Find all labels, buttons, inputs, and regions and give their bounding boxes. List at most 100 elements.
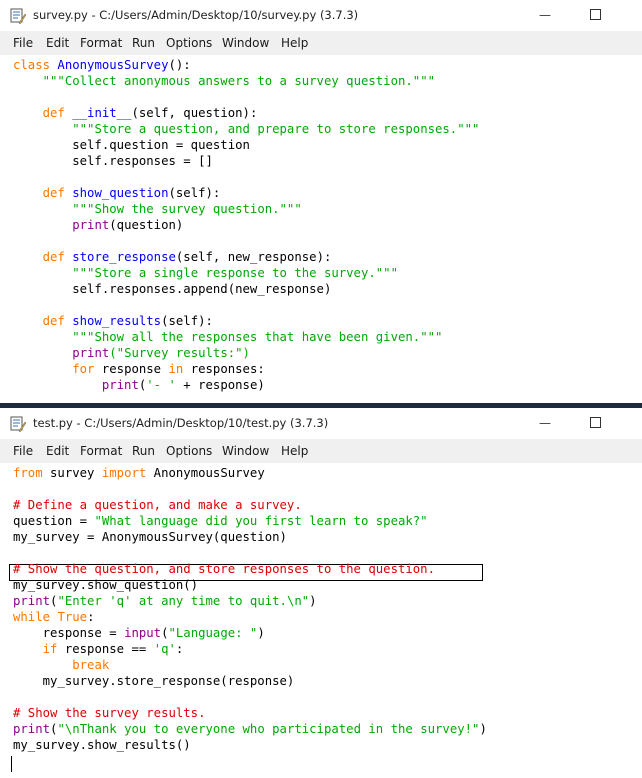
code-line: break [13,657,109,673]
code-token: (self): [168,186,221,200]
title-bar[interactable]: test.py - C:/Users/Admin/Desktop/10/test… [0,408,642,439]
code-token: AnonymousSurvey [146,466,265,480]
code-line: my_survey.store_response(response) [13,673,295,689]
code-token: """Show the survey question.""" [72,202,302,216]
code-editor[interactable]: from survey import AnonymousSurvey # Defi… [0,463,642,778]
code-token: response [94,362,169,376]
menu-window[interactable]: Window [222,444,269,458]
code-token: my_survey.show_results() [13,738,191,752]
code-line: response = input("Language: ") [13,625,265,641]
survey-editor-window: survey.py - C:/Users/Admin/Desktop/10/su… [0,0,642,403]
window-title: test.py - C:/Users/Admin/Desktop/10/test… [33,416,329,430]
code-token: def [42,186,73,200]
code-token: in [168,362,184,376]
code-token: (self): [161,314,213,328]
menu-format[interactable]: Format [80,36,122,50]
code-editor[interactable]: class AnonymousSurvey(): """Collect anon… [0,55,642,403]
code-line: """Store a question, and prepare to stor… [13,121,479,137]
code-token: survey [42,466,102,480]
menu-run[interactable]: Run [132,36,155,50]
code-line: """Collect anonymous answers to a survey… [13,73,435,89]
code-line: """Show the survey question.""" [13,201,302,217]
menu-options[interactable]: Options [166,36,212,50]
code-line: # Show the question, and store responses… [13,561,435,577]
code-line: self.question = question [13,137,250,153]
code-line: print(question) [13,217,183,233]
code-token: my_survey.show_question() [13,578,199,592]
code-line: from survey import AnonymousSurvey [13,465,265,481]
menu-bar: File Edit Format Run Options Window Help [0,439,642,463]
menu-help[interactable]: Help [281,36,308,50]
code-line: my_survey.show_question() [13,577,198,593]
code-token: """Show all the responses that have been… [72,330,443,344]
code-line: print("Survey results:") [13,345,250,361]
menu-run[interactable]: Run [132,444,155,458]
menu-options[interactable]: Options [166,444,212,458]
code-token: show_results [72,314,162,328]
menu-format[interactable]: Format [80,444,122,458]
code-token: 'q' [153,642,176,656]
code-token: AnonymousSurvey [57,58,169,72]
code-token: class [13,58,58,72]
code-token: def [42,250,73,264]
code-token: print [13,722,51,736]
code-token: input [124,626,162,640]
code-token: '- ' [146,378,176,392]
menu-edit[interactable]: Edit [46,444,69,458]
code-token: while [13,610,51,624]
code-line: self.responses = [] [13,153,213,169]
code-line: print("\nThank you to everyone who parti… [13,721,487,737]
minimize-button[interactable]: — [530,414,560,434]
code-token: store_response [72,250,176,264]
code-line: my_survey.show_results() [13,737,191,753]
text-cursor [11,756,12,772]
code-line: print('- ' + response) [13,377,265,393]
menu-file[interactable]: File [13,36,33,50]
code-line: def show_question(self): [13,185,221,201]
code-token: "Enter 'q' at any time to quit.\n" [57,594,310,608]
menu-window[interactable]: Window [222,36,269,50]
code-line: if response == 'q': [13,641,184,657]
maximize-button[interactable] [590,9,601,20]
code-token: def [42,314,73,328]
code-token: my_survey = AnonymousSurvey(question) [13,530,287,544]
title-bar[interactable]: survey.py - C:/Users/Admin/Desktop/10/su… [0,0,642,31]
code-token: "Language: " [168,626,258,640]
menu-edit[interactable]: Edit [46,36,69,50]
code-token: break [72,658,110,672]
code-token: question = [13,514,95,528]
minimize-button[interactable]: — [530,6,560,26]
menu-bar: File Edit Format Run Options Window Help [0,31,642,55]
code-line: # Show the survey results. [13,705,206,721]
code-line: def store_response(self, new_response): [13,249,332,265]
code-token: if [42,642,58,656]
code-token: def [42,106,73,120]
code-token: __init__ [72,106,132,120]
code-line: my_survey = AnonymousSurvey(question) [13,529,287,545]
menu-file[interactable]: File [13,444,33,458]
code-token: : [175,642,184,656]
code-token: (self, question): [131,106,258,120]
code-token: """Store a question, and prepare to stor… [72,122,480,136]
maximize-button[interactable] [590,417,601,428]
menu-help[interactable]: Help [281,444,308,458]
python-idle-icon [10,8,26,24]
python-idle-icon [10,416,26,432]
code-token: "\nThank you to everyone who participate… [57,722,480,736]
code-token: my_survey.store_response(response) [13,674,295,688]
code-token: ) [257,626,265,640]
code-token: ("Survey results:") [109,346,250,360]
code-token: ) [479,722,487,736]
code-token: response = [13,626,125,640]
code-token: (question) [109,218,184,232]
code-token: response == [57,642,154,656]
